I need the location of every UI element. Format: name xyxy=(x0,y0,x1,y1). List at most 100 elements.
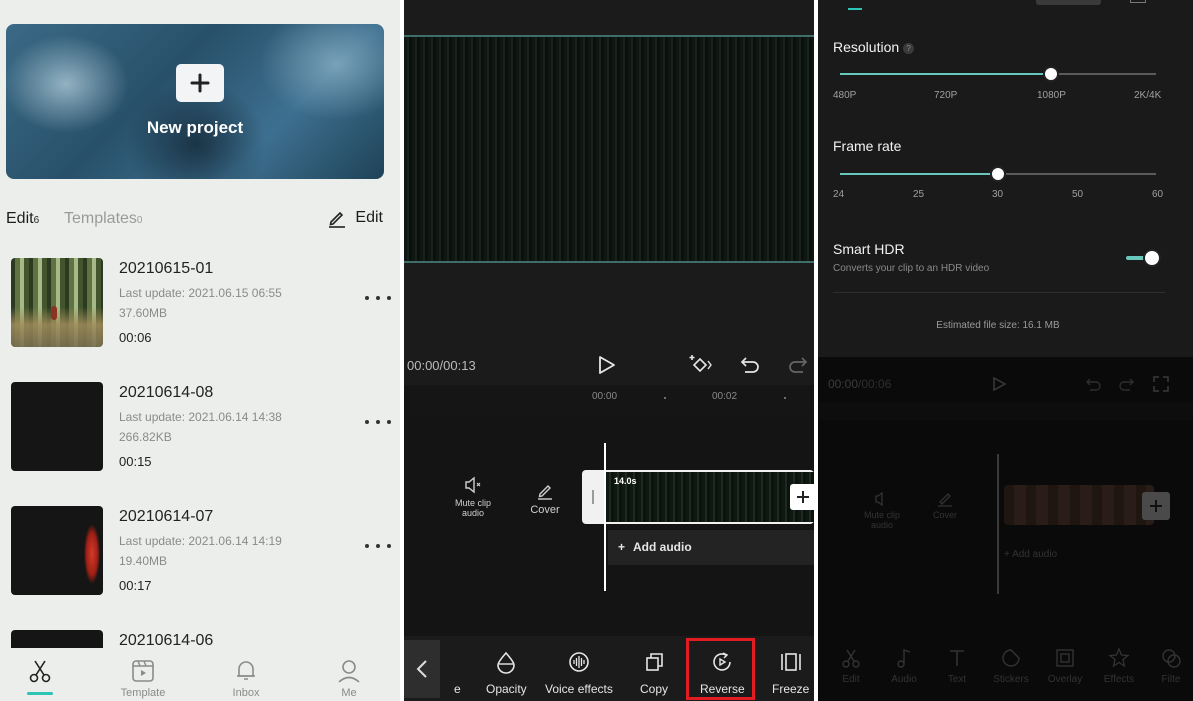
more-icon[interactable] xyxy=(365,544,391,552)
play-icon[interactable] xyxy=(594,353,618,377)
chevron-left-icon xyxy=(416,660,427,678)
nav-inbox[interactable]: Inbox xyxy=(216,658,276,699)
mute-clip-audio-button[interactable]: Mute clip audio xyxy=(450,475,496,518)
project-title: 20210614-07 xyxy=(119,508,214,525)
tool-copy[interactable]: Copy xyxy=(640,650,668,696)
project-item[interactable]: 20210614-08 Last update: 2021.06.14 14:3… xyxy=(0,382,400,482)
edit-button[interactable]: Edit xyxy=(327,208,383,228)
resolution-option[interactable]: 480P xyxy=(833,90,856,101)
dim-playhead xyxy=(997,454,999,594)
dim-mute-button: Mute clip audio xyxy=(862,490,902,530)
projects-screen: New project Edit6 Templates0 Edit 202106… xyxy=(0,0,400,701)
tool-partial[interactable]: e xyxy=(454,650,461,696)
export-screen: Resolution? 480P 720P 1080P 2K/4K Frame … xyxy=(818,0,1193,701)
nav-template-label: Template xyxy=(120,687,166,699)
frame-rate-option[interactable]: 25 xyxy=(913,189,924,200)
resolution-option[interactable]: 2K/4K xyxy=(1134,90,1161,101)
tool-freeze[interactable]: Freeze xyxy=(772,650,809,696)
more-icon[interactable] xyxy=(365,296,391,304)
music-note-icon xyxy=(897,649,911,668)
tab-edit[interactable]: Edit6 xyxy=(6,210,39,228)
playhead[interactable] xyxy=(604,443,606,591)
nav-edit[interactable] xyxy=(10,658,70,695)
project-tabs: Edit6 Templates0 Edit xyxy=(6,208,391,232)
video-preview[interactable] xyxy=(404,35,814,263)
template-icon xyxy=(132,660,154,682)
resolution-slider[interactable] xyxy=(840,66,1156,82)
keyframe-icon[interactable] xyxy=(688,353,712,377)
frame-rate-option[interactable]: 30 xyxy=(992,189,1003,200)
bell-icon xyxy=(237,661,255,680)
add-clip-button[interactable] xyxy=(790,484,814,510)
ruler-time: 00:00 xyxy=(592,391,618,402)
dim-cover-button: Cover xyxy=(926,490,964,520)
new-project-card[interactable]: New project xyxy=(6,24,384,179)
clip-trim-handle[interactable] xyxy=(582,470,604,524)
frame-rate-slider[interactable] xyxy=(840,166,1156,182)
smart-hdr-title: Smart HDR xyxy=(833,241,905,257)
dim-tool-text: Text xyxy=(935,647,979,685)
frame-rate-option[interactable]: 60 xyxy=(1152,189,1163,200)
nav-me[interactable]: Me xyxy=(319,658,379,699)
frame-rate-slider-knob[interactable] xyxy=(990,166,1006,182)
undo-icon[interactable] xyxy=(738,353,762,377)
dim-tool-audio: Audio xyxy=(882,647,926,685)
opacity-icon xyxy=(497,651,516,674)
editor-top-bar xyxy=(404,0,814,36)
frame-rate-option[interactable]: 24 xyxy=(833,189,844,200)
dim-timecode: 00:00/00:06 xyxy=(828,377,892,391)
tool-opacity[interactable]: Opacity xyxy=(486,650,527,696)
divider xyxy=(833,292,1165,293)
dim-tool-filters: Filte xyxy=(1149,647,1193,685)
resolution-title: Resolution? xyxy=(833,39,915,55)
frame-rate-option[interactable]: 50 xyxy=(1072,189,1083,200)
back-button[interactable] xyxy=(404,640,440,698)
text-icon xyxy=(950,650,964,666)
undo-icon xyxy=(1086,378,1101,391)
project-item[interactable]: 20210614-07 Last update: 2021.06.14 14:1… xyxy=(0,506,400,606)
export-settings-sheet: Resolution? 480P 720P 1080P 2K/4K Frame … xyxy=(818,0,1193,357)
project-item[interactable]: 20210615-01 Last update: 2021.06.15 06:5… xyxy=(0,258,400,358)
pencil-icon xyxy=(329,211,346,228)
project-size: 19.40MB xyxy=(119,554,168,568)
project-last-update: Last update: 2021.06.15 06:55 xyxy=(119,286,282,300)
nav-template[interactable]: Template xyxy=(113,658,173,699)
pencil-icon xyxy=(538,485,552,500)
plus-icon: + xyxy=(618,540,626,554)
redo-icon[interactable] xyxy=(786,353,810,377)
help-icon[interactable]: ? xyxy=(903,42,915,54)
redo-icon xyxy=(1119,378,1134,391)
dim-add-clip xyxy=(1142,492,1170,520)
tab-templates[interactable]: Templates0 xyxy=(64,210,142,228)
resolution-slider-knob[interactable] xyxy=(1042,66,1059,82)
tool-voice-effects[interactable]: Voice effects xyxy=(545,650,613,696)
timecode: 00:00/00:13 xyxy=(407,358,476,373)
copy-icon xyxy=(646,653,663,671)
add-audio-button[interactable]: + Add audio xyxy=(608,530,814,565)
project-thumbnail xyxy=(11,506,103,595)
smart-hdr-subtitle: Converts your clip to an HDR video xyxy=(833,263,990,274)
project-size: 266.82KB xyxy=(119,430,172,444)
sticker-icon xyxy=(1002,649,1020,667)
more-icon[interactable] xyxy=(365,420,391,428)
project-thumbnail xyxy=(11,258,103,347)
plus-icon xyxy=(176,64,224,102)
nav-active-indicator xyxy=(27,692,53,695)
project-title: 20210614-08 xyxy=(119,384,214,401)
video-clip[interactable]: 14.0s xyxy=(582,470,814,524)
cover-button[interactable]: Cover xyxy=(524,481,566,516)
resolution-slider-fill xyxy=(840,73,1051,75)
project-last-update: Last update: 2021.06.14 14:38 xyxy=(119,410,282,424)
edit-count: 6 xyxy=(33,215,40,226)
resolution-option[interactable]: 720P xyxy=(934,90,957,101)
overlay-icon xyxy=(1056,649,1074,667)
project-duration: 00:06 xyxy=(119,330,152,345)
voice-effects-icon xyxy=(569,652,589,672)
scissors-icon xyxy=(29,660,51,683)
nav-inbox-label: Inbox xyxy=(232,687,260,699)
resolution-option[interactable]: 1080P xyxy=(1037,90,1066,101)
templates-count: 0 xyxy=(136,215,143,226)
add-audio-label: Add audio xyxy=(633,540,692,554)
smart-hdr-toggle[interactable] xyxy=(1126,249,1161,267)
mute-clip-audio-label: Mute clip audio xyxy=(454,498,491,518)
